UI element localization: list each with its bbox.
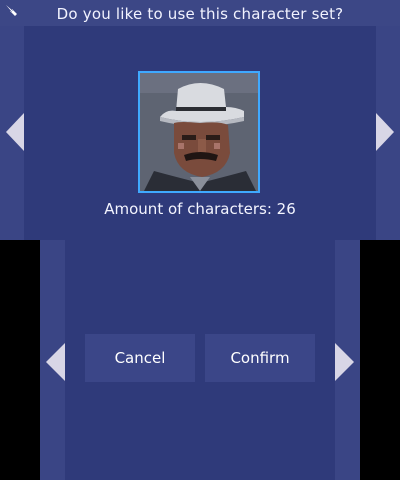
confirm-button[interactable]: Confirm	[205, 334, 315, 382]
character-portrait[interactable]	[138, 71, 260, 193]
header-bar: Do you like to use this character set?	[0, 0, 400, 26]
cancel-button[interactable]: Cancel	[85, 334, 195, 382]
dialog-question: Do you like to use this character set?	[56, 5, 344, 23]
character-count: Amount of characters: 26	[104, 200, 296, 218]
prev-set-top-icon[interactable]	[6, 113, 24, 151]
prev-set-bottom-icon[interactable]	[46, 343, 65, 381]
next-set-bottom-icon[interactable]	[335, 343, 354, 381]
back-arrow-icon[interactable]	[2, 1, 22, 21]
next-set-top-icon[interactable]	[376, 113, 394, 151]
